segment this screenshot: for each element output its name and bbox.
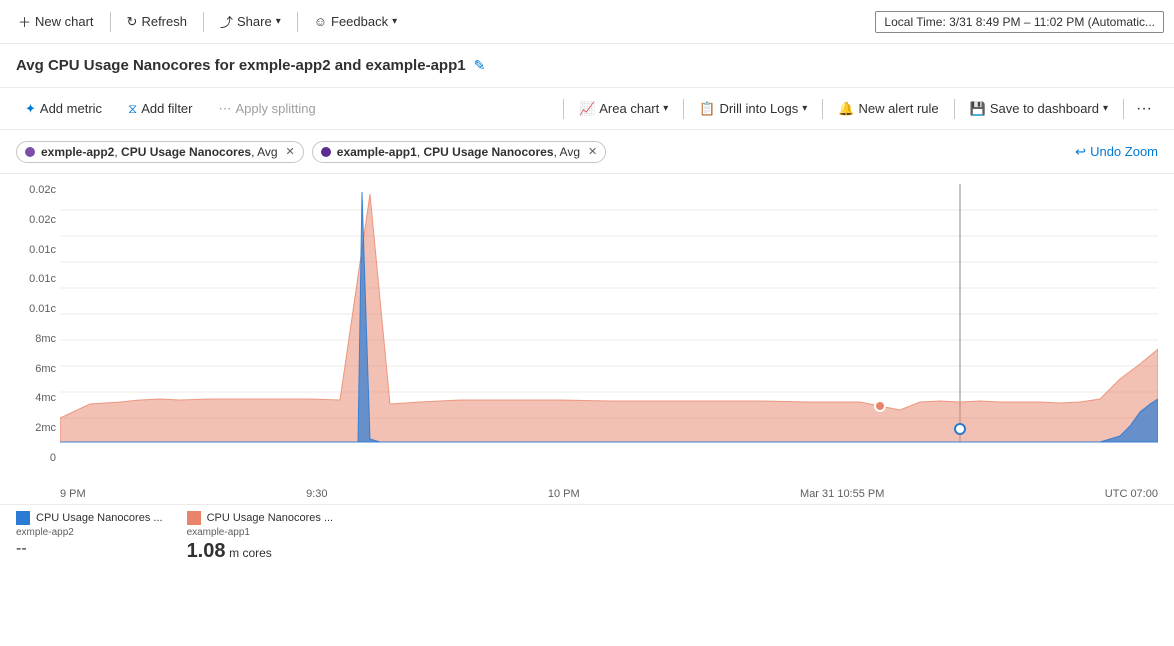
- save-to-dashboard-button[interactable]: 💾 Save to dashboard ▾: [961, 96, 1117, 122]
- plus-icon: ＋: [18, 12, 31, 31]
- legend-title-2: CPU Usage Nanocores ...: [207, 512, 334, 524]
- new-alert-rule-button[interactable]: 🔔 New alert rule: [829, 96, 947, 122]
- area-chart-icon: 📈: [579, 101, 595, 117]
- more-options-label: ···: [1136, 100, 1152, 117]
- time-range-text: Local Time: 3/31 8:49 PM – 11:02 PM (Aut…: [884, 15, 1155, 29]
- metric-color-dot-1: [25, 147, 35, 157]
- metric-pill-2[interactable]: example-app1, CPU Usage Nanocores, Avg ✕: [312, 141, 606, 163]
- add-metric-icon: ✦: [25, 101, 36, 117]
- divider: [203, 12, 204, 32]
- feedback-icon: ☺: [314, 14, 327, 29]
- separator: [683, 99, 684, 119]
- add-metric-label: Add metric: [40, 101, 102, 116]
- legend-subtitle-1: exmple-app2: [16, 527, 163, 538]
- logs-icon: 📋: [699, 101, 715, 117]
- chevron-down-icon: ▾: [802, 103, 807, 114]
- chart-toolbar: ✦ Add metric ⧖ Add filter ⋯ Apply splitt…: [0, 88, 1174, 130]
- refresh-button[interactable]: ↻ Refresh: [119, 10, 195, 34]
- save-to-dashboard-label: Save to dashboard: [990, 101, 1099, 116]
- add-metric-button[interactable]: ✦ Add metric: [16, 96, 111, 122]
- chart-container: 0.02c 0.02c 0.01c 0.01c 0.01c 8mc 6mc 4m…: [0, 174, 1174, 504]
- chart-svg: [60, 184, 1158, 444]
- feedback-button[interactable]: ☺ Feedback ▾: [306, 10, 405, 33]
- share-button[interactable]: ⤴ Share ▾: [212, 8, 289, 35]
- chevron-down-icon: ▾: [663, 103, 668, 114]
- metric-pill-text-2: example-app1, CPU Usage Nanocores, Avg: [337, 145, 580, 159]
- time-range-selector[interactable]: Local Time: 3/31 8:49 PM – 11:02 PM (Aut…: [875, 11, 1164, 33]
- share-label: Share: [237, 14, 272, 29]
- apply-splitting-label: Apply splitting: [236, 101, 316, 116]
- undo-zoom-icon: ↩: [1075, 144, 1086, 160]
- drill-into-logs-button[interactable]: 📋 Drill into Logs ▾: [690, 96, 816, 122]
- more-options-button[interactable]: ···: [1130, 96, 1158, 122]
- legend-title-1: CPU Usage Nanocores ...: [36, 512, 163, 524]
- chevron-down-icon: ▾: [392, 16, 397, 27]
- legend-color-1: [16, 511, 30, 525]
- x-axis: 9 PM 9:30 10 PM Mar 31 10:55 PM UTC 07:0…: [60, 488, 1158, 500]
- add-filter-label: Add filter: [141, 101, 192, 116]
- y-axis: 0.02c 0.02c 0.01c 0.01c 0.01c 8mc 6mc 4m…: [16, 184, 56, 464]
- share-icon: ⤴: [220, 12, 233, 31]
- edit-title-icon[interactable]: ✎: [474, 57, 486, 74]
- refresh-label: Refresh: [141, 14, 187, 29]
- metric-pill-text-1: exmple-app2, CPU Usage Nanocores, Avg: [41, 145, 278, 159]
- metric-pill-1[interactable]: exmple-app2, CPU Usage Nanocores, Avg ✕: [16, 141, 304, 163]
- legend-header-2: CPU Usage Nanocores ...: [187, 511, 334, 525]
- metric-remove-1[interactable]: ✕: [286, 145, 295, 158]
- divider: [110, 12, 111, 32]
- legend-value-1: --: [16, 540, 163, 558]
- legend-item-1: CPU Usage Nanocores ... exmple-app2 --: [16, 511, 163, 558]
- chevron-down-icon: ▾: [1103, 103, 1108, 114]
- drill-into-logs-label: Drill into Logs: [719, 101, 798, 116]
- metrics-area: exmple-app2, CPU Usage Nanocores, Avg ✕ …: [0, 130, 1174, 174]
- separator: [1123, 99, 1124, 119]
- title-bar: Avg CPU Usage Nanocores for exmple-app2 …: [0, 44, 1174, 88]
- legend-value-2: 1.08 m cores: [187, 540, 334, 563]
- page-title: Avg CPU Usage Nanocores for exmple-app2 …: [16, 57, 466, 74]
- undo-zoom-button[interactable]: ↩ Undo Zoom: [1075, 144, 1158, 160]
- legend-item-2: CPU Usage Nanocores ... example-app1 1.0…: [187, 511, 334, 563]
- metric-color-dot-2: [321, 147, 331, 157]
- divider: [297, 12, 298, 32]
- feedback-label: Feedback: [331, 14, 388, 29]
- legend-header-1: CPU Usage Nanocores ...: [16, 511, 163, 525]
- alert-icon: 🔔: [838, 101, 854, 117]
- split-icon: ⋯: [219, 101, 232, 117]
- legend-color-2: [187, 511, 201, 525]
- area-chart-label: Area chart: [599, 101, 659, 116]
- undo-zoom-label: Undo Zoom: [1090, 144, 1158, 159]
- legend-subtitle-2: example-app1: [187, 527, 334, 538]
- refresh-icon: ↻: [127, 14, 138, 30]
- chart-toolbar-right: 📈 Area chart ▾ 📋 Drill into Logs ▾ 🔔 New…: [561, 96, 1158, 122]
- save-icon: 💾: [970, 101, 986, 117]
- add-filter-button[interactable]: ⧖ Add filter: [119, 96, 201, 122]
- filter-icon: ⧖: [128, 101, 137, 117]
- chevron-down-icon: ▾: [276, 16, 281, 27]
- new-chart-button[interactable]: ＋ New chart: [10, 8, 102, 35]
- top-toolbar-left: ＋ New chart ↻ Refresh ⤴ Share ▾ ☺ Feedba…: [10, 8, 875, 35]
- legend-area: CPU Usage Nanocores ... exmple-app2 -- C…: [0, 504, 1174, 584]
- area-chart-button[interactable]: 📈 Area chart ▾: [570, 96, 677, 122]
- top-toolbar: ＋ New chart ↻ Refresh ⤴ Share ▾ ☺ Feedba…: [0, 0, 1174, 44]
- new-alert-rule-label: New alert rule: [858, 101, 938, 116]
- separator: [954, 99, 955, 119]
- apply-splitting-button[interactable]: ⋯ Apply splitting: [210, 96, 325, 122]
- new-chart-label: New chart: [35, 14, 94, 29]
- separator: [563, 99, 564, 119]
- separator: [822, 99, 823, 119]
- metric-remove-2[interactable]: ✕: [588, 145, 597, 158]
